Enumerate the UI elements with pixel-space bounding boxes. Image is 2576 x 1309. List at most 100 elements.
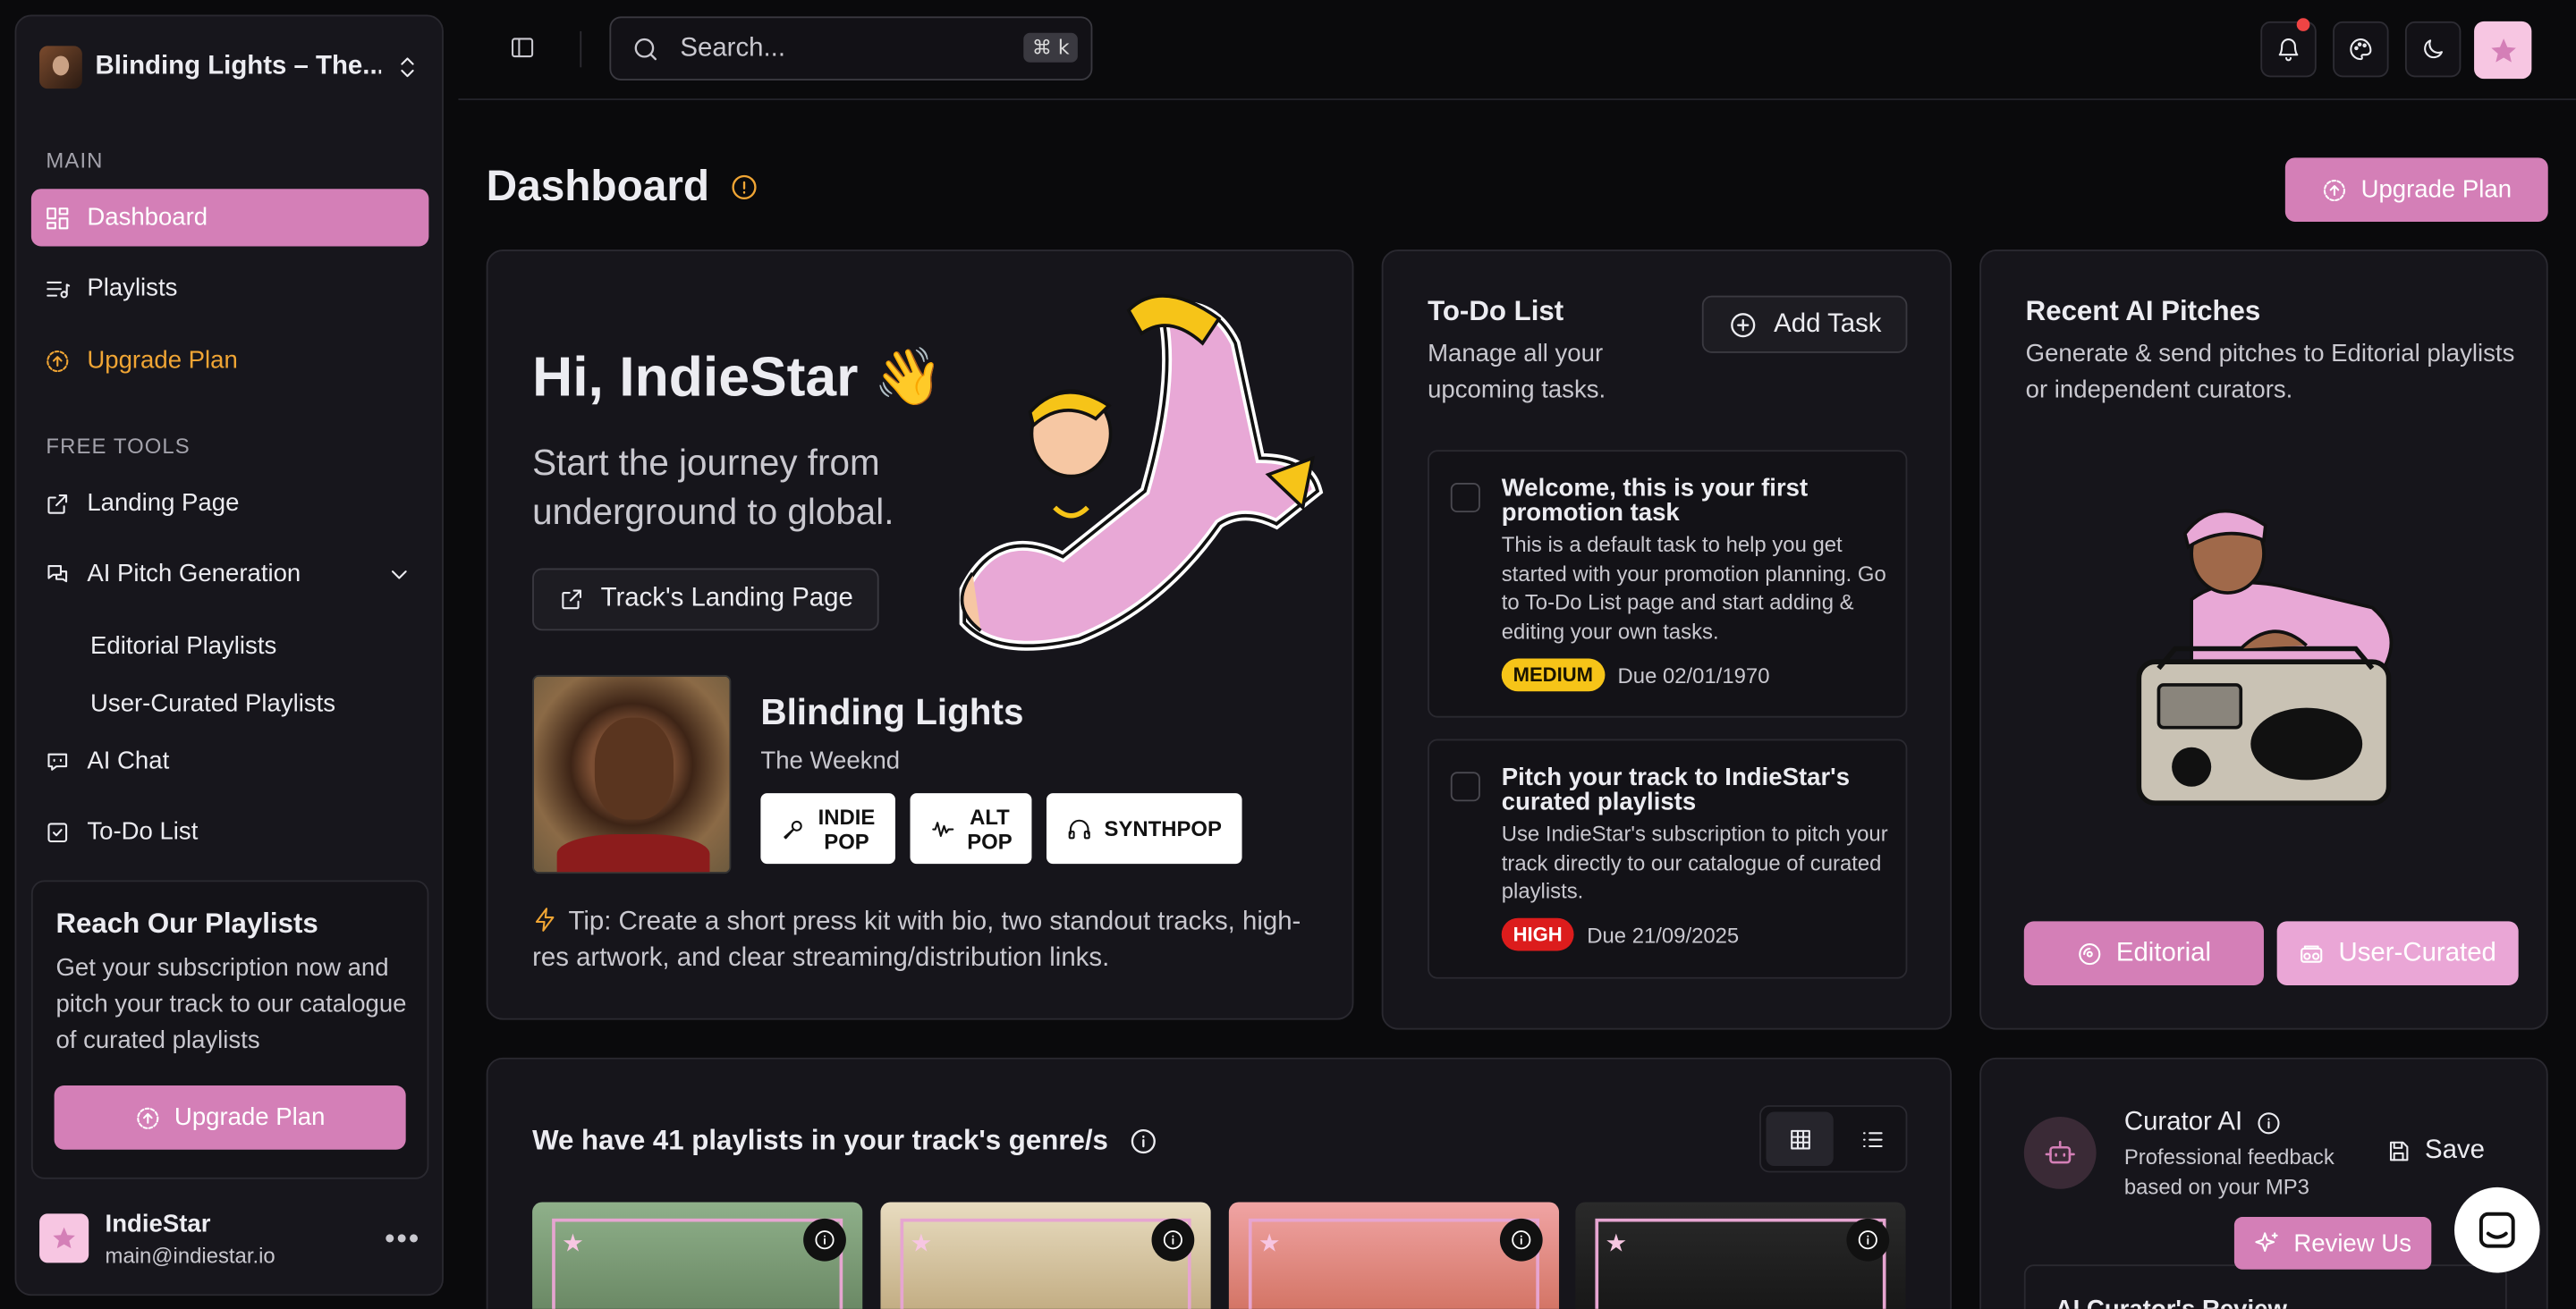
playlist-card[interactable]: ★ (1228, 1202, 1560, 1309)
sidebar-item-todo[interactable]: To-Do List (31, 803, 428, 860)
todo-title: To-Do List (1428, 295, 1564, 327)
info-icon[interactable] (1499, 1218, 1543, 1262)
tip-content: Tip: Create a short press kit with bio, … (532, 908, 1301, 973)
task-checkbox[interactable] (1450, 482, 1480, 513)
external-link-icon (47, 494, 68, 513)
audio-wave-icon (931, 821, 953, 837)
sidebar-subitem-editorial[interactable]: Editorial Playlists (90, 632, 276, 660)
palette-icon (2350, 38, 2372, 61)
theme-palette-button[interactable] (2333, 21, 2389, 78)
welcome-card: Hi, IndieStar 👋 Start the journey from u… (486, 249, 1354, 1020)
track-selector[interactable]: Blinding Lights – The... (39, 39, 420, 95)
task-due: Due 21/09/2025 (1587, 922, 1740, 947)
genre-tag[interactable]: INDIE POP (760, 793, 895, 865)
notification-dot (2296, 18, 2310, 31)
more-icon[interactable]: ••• (385, 1221, 420, 1256)
curator-review-box: AI Curator's Review (2023, 1264, 2507, 1309)
user-curated-pitch-button[interactable]: User-Curated (2276, 921, 2519, 986)
promo-upgrade-button[interactable]: Upgrade Plan (54, 1085, 406, 1150)
list-view-button[interactable] (1838, 1107, 1905, 1171)
chat-launcher-button[interactable] (2454, 1187, 2540, 1273)
avatar[interactable] (2474, 21, 2532, 80)
info-icon[interactable] (1846, 1218, 1890, 1262)
user-menu[interactable]: IndieStar main@indiestar.io ••• (39, 1205, 420, 1271)
disc-icon (2079, 942, 2101, 965)
dashboard-icon (47, 207, 69, 229)
grid-view-button[interactable] (1766, 1111, 1834, 1167)
sidebar-item-upgrade[interactable]: Upgrade Plan (31, 332, 428, 389)
playlist-card[interactable]: ★ (1575, 1202, 1906, 1309)
editorial-pitch-label: Editorial (2115, 938, 2212, 967)
genre-tag[interactable]: ALT POP (909, 793, 1032, 865)
external-link-icon (561, 589, 581, 610)
track-title: Blinding Lights (760, 691, 1024, 733)
promo-title: Reach Our Playlists (55, 908, 318, 940)
todo-card: To-Do List Manage all your upcoming task… (1381, 249, 1952, 1030)
page-title: Dashboard (487, 161, 759, 212)
info-icon[interactable] (1128, 1127, 1157, 1156)
playlists-title: We have 41 playlists in your track's gen… (532, 1125, 1108, 1157)
section-label-free-tools: FREE TOOLS (46, 433, 191, 459)
info-icon[interactable] (803, 1218, 846, 1262)
review-us-button[interactable]: Review Us (2233, 1216, 2432, 1270)
genre-tag-label: SYNTHPOP (1104, 815, 1222, 841)
sidebar: Blinding Lights – The... MAIN Dashboard … (14, 14, 444, 1296)
star-icon (53, 1227, 75, 1249)
info-icon[interactable] (729, 172, 758, 201)
task-checkbox[interactable] (1450, 772, 1480, 802)
info-icon[interactable] (2256, 1111, 2282, 1136)
search-placeholder: Search... (680, 33, 785, 62)
playlist-card[interactable]: ★ (532, 1202, 863, 1309)
sidebar-item-landing-page[interactable]: Landing Page (31, 475, 428, 532)
landing-page-button[interactable]: Track's Landing Page (532, 568, 879, 631)
promo-text: Get your subscription now and pitch your… (55, 954, 407, 1055)
curator-review-title: AI Curator's Review (2055, 1296, 2287, 1309)
curator-name: Curator AI (2123, 1108, 2243, 1136)
genre-tag-label: ALT POP (967, 804, 1013, 854)
search-shortcut: ⌘ k (1023, 32, 1078, 63)
promo-card: Reach Our Playlists Get your subscriptio… (30, 880, 429, 1179)
track-artist: The Weeknd (760, 747, 901, 775)
headphones-icon (1068, 818, 1091, 839)
priority-badge: HIGH (1501, 917, 1574, 951)
sidebar-toggle-icon[interactable] (509, 35, 535, 61)
view-toggle (1759, 1105, 1908, 1173)
upgrade-plan-button[interactable]: Upgrade Plan (2284, 157, 2548, 222)
search-input[interactable]: Search... ⌘ k (609, 16, 1093, 80)
pitches-title: Recent AI Pitches (2025, 295, 2261, 327)
add-task-label: Add Task (1774, 309, 1882, 338)
grid-icon (1790, 1128, 1809, 1149)
greeting: Hi, IndieStar 👋 (532, 346, 944, 410)
bot-icon (2023, 1116, 2097, 1189)
task-title: Pitch your track to IndieStar's curated … (1501, 764, 1851, 816)
avatar (39, 1213, 89, 1263)
sidebar-item-ai-pitch[interactable]: AI Pitch Generation (31, 545, 428, 603)
page-title-text: Dashboard (486, 160, 710, 211)
zap-icon (535, 908, 555, 932)
hero-lead: Start the journey from underground to gl… (532, 442, 894, 533)
genre-tags: INDIE POP ALT POP SYNTHPOP (760, 793, 1241, 865)
landing-page-label: Track's Landing Page (600, 584, 853, 613)
info-icon[interactable] (1151, 1218, 1195, 1262)
curator-subtitle: Professional feedback based on your MP3 (2123, 1144, 2334, 1199)
sidebar-item-ai-chat[interactable]: AI Chat (31, 732, 428, 790)
notifications-button[interactable] (2260, 18, 2317, 78)
list-item: Pitch your track to IndieStar's curated … (1428, 739, 1908, 979)
save-button[interactable]: Save (2385, 1136, 2485, 1166)
sidebar-item-label: Landing Page (87, 489, 240, 518)
editorial-pitch-button[interactable]: Editorial (2023, 921, 2264, 986)
genre-tag-label: INDIE POP (818, 804, 876, 854)
curator-title: Curator AI (2124, 1109, 2282, 1138)
task-description: Use IndieStar's subscription to pitch yo… (1501, 821, 1888, 904)
genre-tag[interactable]: SYNTHPOP (1046, 793, 1241, 865)
playlist-card[interactable]: ★ (880, 1202, 1211, 1309)
list-icon (1862, 1131, 1882, 1147)
section-label-main: MAIN (46, 148, 104, 173)
playlist-icon (47, 280, 71, 298)
sidebar-item-dashboard[interactable]: Dashboard (30, 189, 429, 247)
sidebar-subitem-user-curated[interactable]: User-Curated Playlists (90, 689, 335, 717)
dark-mode-button[interactable] (2404, 21, 2462, 78)
add-task-button[interactable]: Add Task (1701, 295, 1908, 353)
task-meta: HIGH Due 21/09/2025 (1501, 917, 1740, 951)
sidebar-item-playlists[interactable]: Playlists (31, 259, 428, 317)
